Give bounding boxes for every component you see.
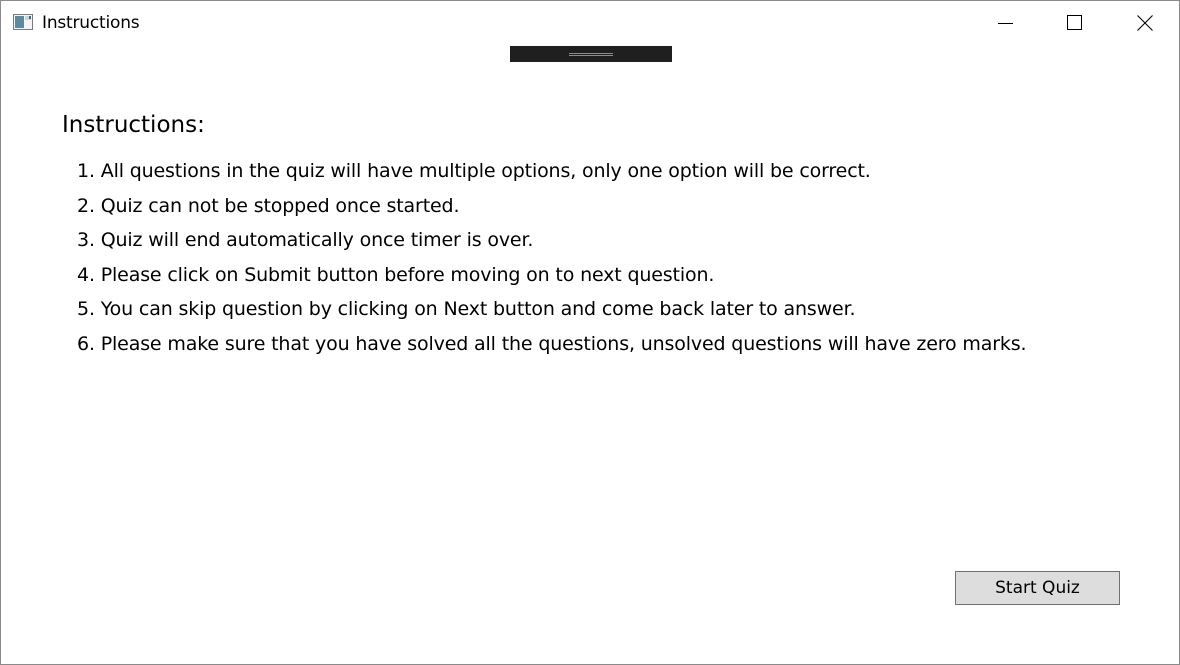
list-item: 3. Quiz will end automatically once time… (77, 223, 1122, 258)
maximize-button[interactable] (1052, 1, 1098, 45)
minimize-button[interactable] (983, 1, 1029, 45)
item-number: 5. (77, 298, 95, 320)
toolbar-grip-handle[interactable] (569, 53, 613, 56)
item-text: Please click on Submit button before mov… (100, 263, 715, 286)
app-window: Instructions Instructions: 1. All questi… (0, 0, 1180, 665)
item-text: Quiz can not be stopped once started. (100, 194, 460, 217)
minimize-icon (998, 15, 1014, 31)
item-number: 3. (77, 229, 95, 251)
list-item: 6. Please make sure that you have solved… (77, 327, 1122, 362)
instructions-panel: Instructions: 1. All questions in the qu… (62, 109, 1122, 361)
item-text: All questions in the quiz will have mult… (100, 160, 871, 182)
title-bar[interactable]: Instructions (1, 1, 1179, 45)
item-number: 1. (77, 160, 95, 182)
item-number: 2. (77, 194, 95, 217)
app-window-icon (13, 14, 33, 30)
page-title: Instructions: (62, 112, 205, 138)
close-icon (1137, 15, 1153, 31)
item-text: You can skip question by clicking on Nex… (100, 298, 856, 320)
list-item: 5. You can skip question by clicking on … (77, 292, 1122, 327)
item-text: Please make sure that you have solved al… (100, 332, 1027, 355)
list-item: 4. Please click on Submit button before … (77, 258, 1122, 293)
instructions-list: 1. All questions in the quiz will have m… (62, 154, 1122, 361)
maximize-icon (1067, 15, 1083, 31)
list-item: 2. Quiz can not be stopped once started. (77, 189, 1122, 224)
close-button[interactable] (1122, 1, 1168, 45)
window-title: Instructions (42, 13, 140, 33)
item-text: Quiz will end automatically once timer i… (100, 229, 534, 251)
item-number: 4. (77, 263, 95, 286)
list-item: 1. All questions in the quiz will have m… (77, 154, 1122, 189)
start-quiz-button[interactable]: Start Quiz (955, 571, 1120, 605)
debug-toolbar[interactable] (510, 46, 672, 62)
item-number: 6. (77, 332, 95, 355)
